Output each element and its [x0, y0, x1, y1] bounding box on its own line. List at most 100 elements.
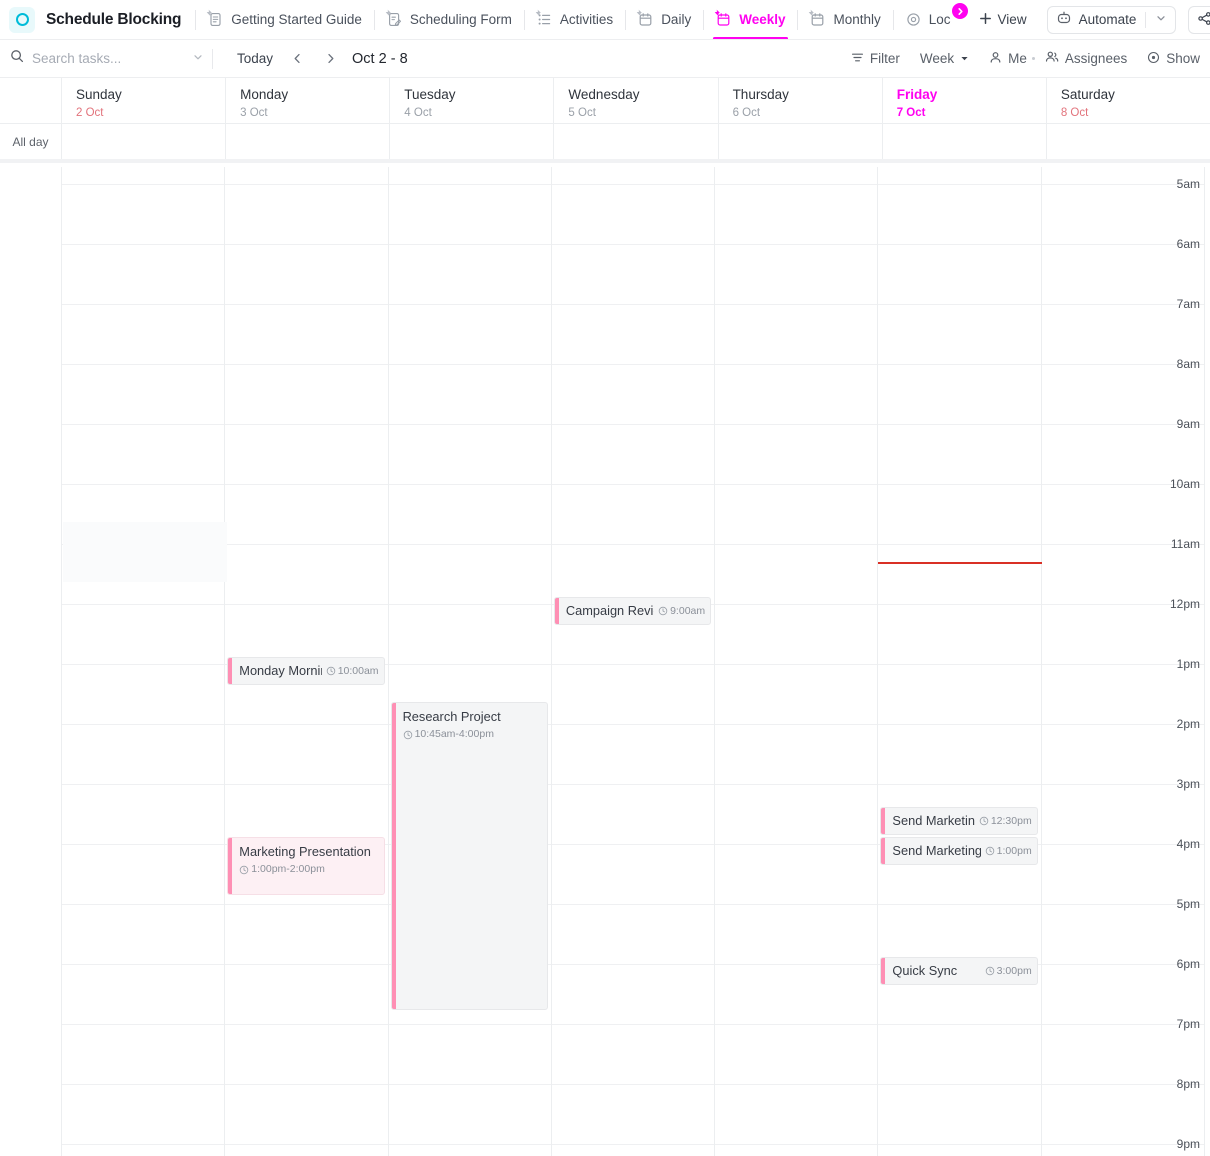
event-time-text: 3:00pm: [996, 965, 1032, 977]
calendar-event[interactable]: Marketing Presentation 1:00pm-2:00pm: [227, 837, 385, 895]
day-date: 6 Oct: [732, 107, 761, 119]
day-header-tuesday[interactable]: Tuesday 4 Oct: [390, 78, 555, 123]
period-label: Week: [919, 51, 955, 66]
search-box[interactable]: [0, 49, 212, 68]
share-button[interactable]: S: [1188, 5, 1210, 34]
event-time-text: 10:45am-4:00pm: [414, 728, 494, 740]
event-time-text: 1:00pm: [996, 845, 1032, 857]
assignees-filter-button[interactable]: Assignees: [1035, 50, 1137, 67]
assignees-label: Assignees: [1064, 51, 1128, 66]
event-name: Send Marketing: [892, 843, 981, 858]
add-view-button[interactable]: View: [969, 12, 1037, 28]
all-day-cell-wednesday[interactable]: [554, 124, 719, 159]
filter-button[interactable]: Filter: [841, 51, 910, 67]
day-column-sunday[interactable]: [62, 167, 226, 1156]
day-column-thursday[interactable]: [715, 167, 879, 1156]
event-name: Research Project: [402, 709, 501, 724]
tab-label: Monthly: [833, 12, 881, 27]
calendar-event[interactable]: Monday Mornin 10:00am: [227, 657, 385, 685]
all-day-cell-sunday[interactable]: [62, 124, 227, 159]
event-time: 9:00am: [658, 605, 705, 617]
period-selector[interactable]: Week: [910, 51, 979, 66]
show-button[interactable]: Show: [1137, 51, 1210, 67]
scrollbar-gutter[interactable]: [1205, 167, 1210, 1156]
tab-getting-started-guide[interactable]: Getting Started Guide: [196, 0, 374, 39]
calendar-event[interactable]: Quick Sync 3:00pm: [880, 957, 1038, 985]
calendar-grid: 5am 6am 7am 8am 9am 10am 11am 12pm 1pm 2pm 3pm 4pm 5…: [0, 167, 1210, 1156]
tab-scheduling-form[interactable]: Scheduling Form: [375, 0, 524, 39]
day-column-wednesday[interactable]: [552, 167, 716, 1156]
calendar-day-header: Sunday 2 Oct Monday 3 Oct Tuesday 4 Oct Wednes…: [0, 78, 1210, 123]
automate-button[interactable]: Automate: [1046, 5, 1177, 34]
time-gutter-header: [0, 78, 62, 123]
people-icon: [1045, 50, 1059, 67]
date-range-label: Oct 2 - 8: [352, 50, 408, 67]
search-input[interactable]: [32, 51, 182, 66]
day-name: Wednesday: [568, 87, 640, 102]
calendar-event[interactable]: Send Marketing 12:30pm: [880, 807, 1038, 835]
day-name: Saturday: [1060, 87, 1115, 102]
day-header-saturday[interactable]: Saturday 8 Oct: [1047, 78, 1210, 123]
pin-icon: [385, 9, 391, 16]
pin-icon: [714, 9, 721, 16]
calendar-grid-scroll[interactable]: 5am 6am 7am 8am 9am 10am 11am 12pm 1pm 2pm 3pm 4pm 5…: [0, 167, 1210, 1156]
calendar-event[interactable]: Send Marketing 1:00pm: [880, 837, 1038, 865]
day-header-thursday[interactable]: Thursday 6 Oct: [719, 78, 883, 123]
tab-label: Loc: [928, 12, 951, 27]
chevron-down-icon[interactable]: [1155, 12, 1167, 27]
day-header-friday[interactable]: Friday 7 Oct: [883, 78, 1047, 123]
day-column-friday[interactable]: [878, 167, 1042, 1156]
event-name: Quick Sync: [892, 963, 958, 978]
day-header-sunday[interactable]: Sunday 2 Oct: [62, 78, 227, 123]
day-date: 8 Oct: [1060, 107, 1089, 119]
event-time: 1:00pm: [985, 845, 1032, 857]
pin-icon: [206, 9, 213, 16]
next-week-button[interactable]: [318, 47, 342, 71]
event-name: Campaign Revie: [565, 603, 655, 618]
me-filter-button[interactable]: Me: [979, 51, 1032, 67]
top-bar: Schedule Blocking Getting Started Guide S…: [0, 0, 1210, 40]
tab-label: Getting Started Guide: [231, 12, 362, 27]
day-date: 7 Oct: [896, 107, 926, 119]
tab-daily[interactable]: Daily: [626, 0, 703, 39]
robot-icon: [1056, 10, 1072, 29]
all-day-cell-monday[interactable]: [226, 124, 391, 159]
tab-activities[interactable]: Activities: [525, 0, 625, 39]
search-caret-icon[interactable]: [192, 50, 204, 68]
day-header-monday[interactable]: Monday 3 Oct: [226, 78, 391, 123]
caret-down-icon: [960, 51, 969, 66]
hovered-slot[interactable]: [63, 522, 227, 582]
event-time: 1:00pm-2:00pm: [239, 863, 378, 876]
location-icon: [906, 12, 922, 28]
tab-monthly[interactable]: Monthly: [798, 0, 892, 39]
filter-icon: [851, 51, 864, 67]
all-day-cell-friday[interactable]: [883, 124, 1047, 159]
all-day-cell-thursday[interactable]: [719, 124, 883, 159]
calendar-event[interactable]: Campaign Revie 9:00am: [553, 597, 712, 625]
show-label: Show: [1166, 51, 1200, 66]
day-date: 5 Oct: [568, 107, 596, 119]
chevron-right-circle-icon[interactable]: [952, 3, 968, 19]
divider: [1145, 11, 1147, 28]
pin-icon: [808, 9, 815, 16]
pin-icon: [636, 9, 642, 16]
pin-icon: [535, 9, 541, 16]
all-day-cell-tuesday[interactable]: [390, 124, 555, 159]
all-day-cell-saturday[interactable]: [1047, 124, 1210, 159]
day-name: Friday: [896, 87, 938, 102]
prev-week-button[interactable]: [285, 47, 309, 71]
event-name: Send Marketing: [892, 813, 975, 828]
time-gutter: [0, 167, 62, 1156]
calendar-event[interactable]: Research Project 10:45am-4:00pm: [390, 702, 548, 1010]
automate-label: Automate: [1078, 12, 1137, 27]
tab-weekly[interactable]: Weekly: [704, 0, 797, 39]
day-header-wednesday[interactable]: Wednesday 5 Oct: [554, 78, 719, 123]
day-column-saturday[interactable]: [1042, 167, 1205, 1156]
today-button[interactable]: Today: [225, 51, 285, 66]
event-time: 3:00pm: [985, 965, 1032, 977]
event-time-text: 10:00am: [337, 665, 379, 677]
day-name: Tuesday: [404, 87, 456, 102]
calendar-icon: [808, 9, 826, 28]
form-icon: [385, 9, 403, 28]
plus-icon: [979, 12, 992, 28]
